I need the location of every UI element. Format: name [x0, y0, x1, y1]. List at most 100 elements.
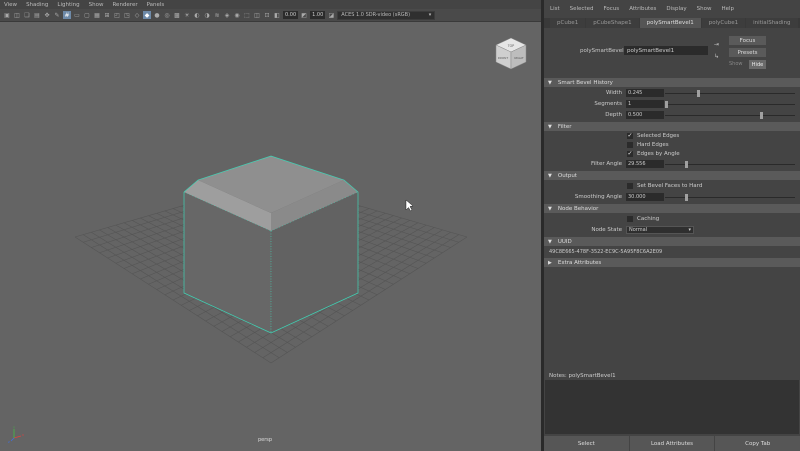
filter-angle-slider-handle[interactable] [685, 161, 689, 168]
node-state-value: Normal [629, 227, 648, 233]
depth-of-field-icon[interactable]: ◉ [233, 11, 241, 19]
bookmark-icon[interactable]: ❏ [23, 11, 31, 19]
tab-pcube1[interactable]: pCube1 [550, 18, 586, 28]
edges-by-angle-label: Edges by Angle [637, 151, 680, 157]
width-label: Width [606, 90, 622, 96]
smooth-shade-icon[interactable]: ◆ [143, 11, 151, 19]
tab-pcubeshape1[interactable]: pCubeShape1 [586, 18, 639, 28]
smoothing-angle-slider-handle[interactable] [685, 194, 689, 201]
color-management-icon[interactable]: ◪ [327, 11, 335, 19]
exposure-icon[interactable]: ◧ [273, 11, 281, 19]
default-material-icon[interactable]: ● [153, 11, 161, 19]
smoothing-angle-label: Smoothing Angle [574, 194, 622, 200]
textured-icon[interactable]: ▩ [173, 11, 181, 19]
section-filter[interactable]: ▼ Filter [544, 122, 800, 131]
viewcube-icon[interactable]: TOP FRONT RIGHT [493, 36, 529, 72]
tab-polycube1[interactable]: polyCube1 [701, 18, 746, 28]
segments-slider[interactable] [665, 101, 795, 108]
image-plane-icon[interactable]: ▤ [33, 11, 41, 19]
hide-button[interactable]: Hide [749, 60, 766, 69]
axis-y-label: Y [13, 426, 15, 430]
depth-slider[interactable] [665, 112, 795, 119]
safe-title-icon[interactable]: ◳ [123, 11, 131, 19]
width-slider-handle[interactable] [696, 90, 700, 97]
menu-lighting[interactable]: Lighting [57, 2, 79, 8]
section-smart-bevel-history[interactable]: ▼ Smart Bevel History [544, 78, 800, 87]
scene-canvas[interactable] [0, 22, 541, 451]
ae-menu-show[interactable]: Show [697, 6, 712, 12]
wireframe-icon[interactable]: ◇ [133, 11, 141, 19]
select-button[interactable]: Select [544, 436, 629, 451]
ambient-occlusion-icon[interactable]: ◑ [203, 11, 211, 19]
gamma-icon[interactable]: ◩ [300, 11, 308, 19]
gate-mask-icon[interactable]: ▦ [93, 11, 101, 19]
axis-z-label: Z [8, 440, 10, 444]
ae-menu-attributes[interactable]: Attributes [629, 6, 656, 12]
x-ray-icon[interactable]: ◫ [253, 11, 261, 19]
filter-angle-field[interactable]: 29.556 [626, 160, 664, 168]
bevel-faces-hard-checkbox[interactable] [627, 183, 633, 189]
go-to-output-icon[interactable]: ↳ [714, 53, 719, 60]
width-field[interactable]: 0.245 [626, 89, 664, 97]
gamma-field[interactable]: 1.00 [310, 11, 326, 19]
tab-polysmartbevel1[interactable]: polySmartBevel1 [639, 18, 701, 28]
perspective-viewport[interactable]: TOP FRONT RIGHT X Y Z persp [0, 22, 541, 451]
ae-menu-help[interactable]: Help [721, 6, 734, 12]
use-all-lights-icon[interactable]: ☀ [183, 11, 191, 19]
wireframe-on-shaded-icon[interactable]: ◎ [163, 11, 171, 19]
menu-shading[interactable]: Shading [26, 2, 48, 8]
caching-checkbox[interactable] [627, 216, 633, 222]
menu-panels[interactable]: Panels [147, 2, 165, 8]
notes-textarea[interactable] [545, 380, 799, 434]
section-uuid[interactable]: ▼ UUID [544, 237, 800, 246]
ae-menu-focus[interactable]: Focus [603, 6, 619, 12]
section-output[interactable]: ▼ Output [544, 171, 800, 180]
node-name-field[interactable]: polySmartBevel1 [624, 46, 708, 55]
node-state-dropdown[interactable]: Normal ▾ [626, 226, 694, 234]
two-d-pan-icon[interactable]: ✥ [43, 11, 51, 19]
menu-renderer[interactable]: Renderer [112, 2, 137, 8]
smoothing-angle-field[interactable]: 30.000 [626, 193, 664, 201]
presets-button[interactable]: Presets [729, 48, 766, 57]
camera-select-icon[interactable]: ▣ [3, 11, 11, 19]
x-ray-joints-icon[interactable]: ⊡ [263, 11, 271, 19]
edges-by-angle-checkbox[interactable]: ✓ [627, 151, 633, 157]
camera-attributes-icon[interactable]: ◫ [13, 11, 21, 19]
exposure-field[interactable]: 0.00 [283, 11, 299, 19]
grid-icon[interactable]: # [63, 11, 71, 19]
field-chart-icon[interactable]: ⊞ [103, 11, 111, 19]
load-attributes-button[interactable]: Load Attributes [629, 436, 715, 451]
copy-tab-button[interactable]: Copy Tab [715, 436, 800, 451]
ae-menu-selected[interactable]: Selected [570, 6, 594, 12]
depth-field[interactable]: 0.500 [626, 111, 664, 119]
tab-initialshading[interactable]: initialShading [746, 18, 798, 28]
section-node-behavior[interactable]: ▼ Node Behavior [544, 204, 800, 213]
resolution-gate-icon[interactable]: ▢ [83, 11, 91, 19]
hard-edges-checkbox[interactable] [627, 142, 633, 148]
check-row-caching: Caching [544, 214, 800, 225]
focus-button[interactable]: Focus [729, 36, 766, 45]
grease-pencil-icon[interactable]: ✎ [53, 11, 61, 19]
film-gate-icon[interactable]: ▭ [73, 11, 81, 19]
width-slider[interactable] [665, 90, 795, 97]
segments-slider-handle[interactable] [665, 101, 668, 108]
smoothing-angle-slider[interactable] [665, 194, 795, 201]
go-to-input-icon[interactable]: ⇥ [714, 41, 719, 48]
selected-edges-checkbox[interactable]: ✓ [627, 133, 633, 139]
section-title: Extra Attributes [557, 259, 602, 266]
anti-aliasing-icon[interactable]: ◈ [223, 11, 231, 19]
view-transform-dropdown[interactable]: ACES 1.0 SDR-video (sRGB) ▾ [337, 10, 436, 20]
menu-show[interactable]: Show [89, 2, 104, 8]
isolate-select-icon[interactable]: ⬚ [243, 11, 251, 19]
ae-menu-list[interactable]: List [550, 6, 560, 12]
menu-view[interactable]: View [4, 2, 17, 8]
segments-field[interactable]: 1 [626, 100, 664, 108]
ae-menu-display[interactable]: Display [666, 6, 686, 12]
shadows-icon[interactable]: ◐ [193, 11, 201, 19]
motion-blur-icon[interactable]: ≋ [213, 11, 221, 19]
section-extra-attributes[interactable]: ▶ Extra Attributes [544, 258, 800, 267]
cube-mesh[interactable] [183, 155, 359, 334]
depth-slider-handle[interactable] [760, 112, 764, 119]
filter-angle-slider[interactable] [665, 161, 795, 168]
safe-action-icon[interactable]: ◰ [113, 11, 121, 19]
